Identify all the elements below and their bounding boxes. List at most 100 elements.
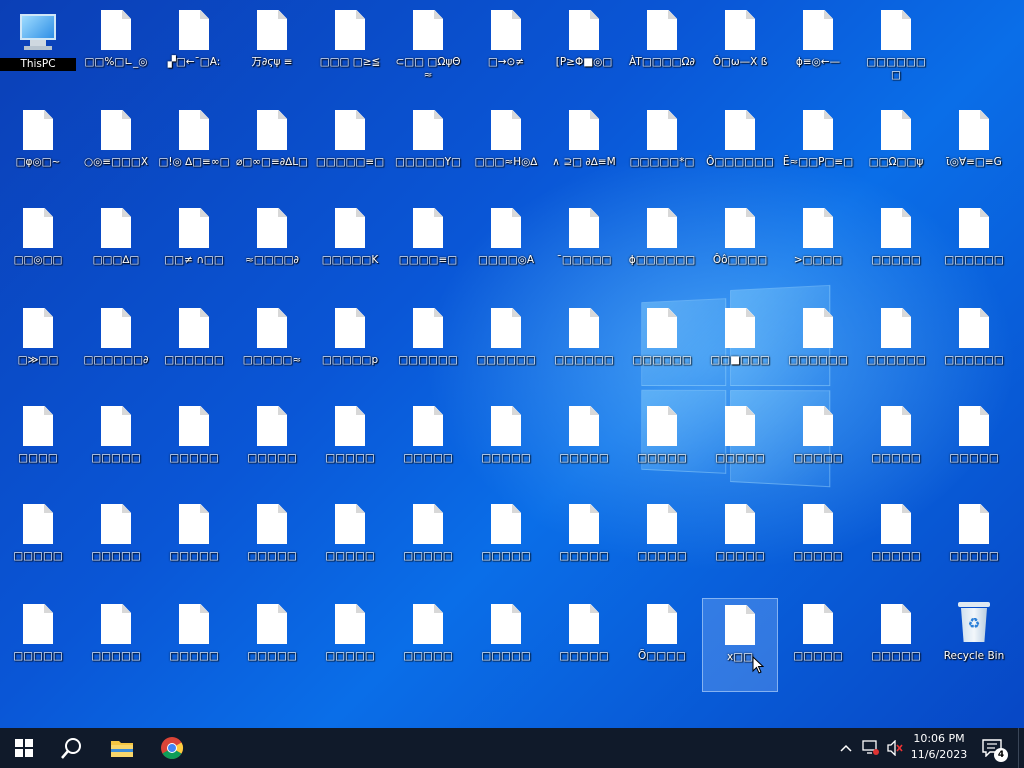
desktop-file-icon[interactable]: □□□□□□ bbox=[858, 302, 934, 396]
desktop-file-icon[interactable]: □□□□□□∂ bbox=[78, 302, 154, 396]
desktop-file-icon[interactable]: Õ□□□□ bbox=[624, 598, 700, 692]
desktop-file-icon[interactable]: ▞□←¯□A: bbox=[156, 4, 232, 98]
desktop-file-icon[interactable]: >□□□□ bbox=[780, 202, 856, 296]
desktop-file-icon[interactable]: □□□□□ bbox=[234, 598, 310, 692]
desktop-file-icon[interactable]: ῑ◎∀≡□≡G bbox=[936, 104, 1012, 198]
desktop-file-icon[interactable]: □□□□□ bbox=[234, 400, 310, 494]
desktop-file-icon[interactable]: ⌀□∞□≡∂∆L□ bbox=[234, 104, 310, 198]
desktop-file-icon[interactable]: □□□□□ bbox=[0, 598, 76, 692]
desktop-file-icon[interactable]: Ô□□□□□□ bbox=[702, 104, 778, 198]
desktop-file-icon[interactable]: □□□□□ bbox=[936, 400, 1012, 494]
file-explorer-button[interactable] bbox=[98, 728, 146, 768]
desktop-file-icon[interactable]: □□□∆□ bbox=[78, 202, 154, 296]
desktop-file-icon[interactable]: □□□□□ bbox=[780, 598, 856, 692]
desktop-file-icon[interactable]: □□□□□□ bbox=[936, 302, 1012, 396]
desktop-file-icon[interactable]: □□□□□ bbox=[468, 400, 544, 494]
desktop-file-icon[interactable]: □□□□□ bbox=[312, 598, 388, 692]
desktop-file-icon[interactable]: □□□□□ bbox=[624, 498, 700, 592]
desktop-file-icon[interactable]: □□□□□*□ bbox=[624, 104, 700, 198]
desktop-file-icon[interactable]: □□□ □≥≦ bbox=[312, 4, 388, 98]
desktop-file-icon[interactable]: □□□□□ bbox=[780, 498, 856, 592]
desktop-file-icon[interactable]: □□□□□≡□ bbox=[312, 104, 388, 198]
desktop-file-icon[interactable]: ≈□□□□∂ bbox=[234, 202, 310, 296]
desktop-file-icon[interactable]: □□□□□□ □ bbox=[858, 4, 934, 98]
desktop-file-icon[interactable]: □□□□□ bbox=[858, 400, 934, 494]
desktop-file-icon[interactable]: □□□□□ bbox=[78, 598, 154, 692]
desktop-file-icon[interactable]: Ǒ□ω—X ß bbox=[702, 4, 778, 98]
desktop-file-icon[interactable]: □□□□□ bbox=[0, 498, 76, 592]
desktop-file-icon[interactable]: □□□□□ bbox=[546, 498, 622, 592]
desktop-file-icon[interactable]: □□□□□ bbox=[702, 498, 778, 592]
desktop-file-icon[interactable]: □□□□□ bbox=[546, 400, 622, 494]
desktop-file-icon[interactable]: ϕ□□□□□□ bbox=[624, 202, 700, 296]
recycle-bin[interactable]: ♻ Recycle Bin bbox=[936, 598, 1012, 692]
desktop-file-icon[interactable]: □□□□□ bbox=[156, 400, 232, 494]
desktop-file-icon[interactable]: □□□□□p bbox=[312, 302, 388, 396]
desktop-file-icon[interactable]: □□□□□□ bbox=[780, 302, 856, 396]
desktop-file-icon[interactable]: 万∂ϛψ ≡ bbox=[234, 4, 310, 98]
chrome-button[interactable] bbox=[148, 728, 196, 768]
desktop-file-icon[interactable]: □□□□◎A bbox=[468, 202, 544, 296]
desktop-file-icon[interactable]: ϕ≡◎←— bbox=[780, 4, 856, 98]
desktop-file-icon[interactable]: □□%□∟_◎ bbox=[78, 4, 154, 98]
desktop-file-icon[interactable]: □□≠ ∩□□ bbox=[156, 202, 232, 296]
desktop-file-icon[interactable]: □□□□□□ bbox=[156, 302, 232, 396]
desktop-file-icon[interactable]: □□□□□K bbox=[312, 202, 388, 296]
desktop-file-icon[interactable]: □□□□□ bbox=[858, 202, 934, 296]
desktop-file-icon[interactable]: □!◎ ∆□≡∞□ bbox=[156, 104, 232, 198]
desktop-file-icon[interactable]: [P≥Φ■◎□ bbox=[546, 4, 622, 98]
desktop-file-icon[interactable]: □□□□□ bbox=[468, 598, 544, 692]
desktop-file-icon[interactable]: x□□ bbox=[702, 598, 778, 692]
desktop-file-icon[interactable]: □□◎□□ bbox=[0, 202, 76, 296]
desktop-file-icon[interactable]: □□□□□ bbox=[546, 598, 622, 692]
desktop-file-icon[interactable]: ∧ ⊇□ ∂∆≡M bbox=[546, 104, 622, 198]
desktop-file-icon[interactable]: □□□□□ bbox=[390, 598, 466, 692]
desktop-file-icon[interactable]: □□□□□≈ bbox=[234, 302, 310, 396]
desktop-file-icon[interactable]: □□□□□□ bbox=[390, 302, 466, 396]
desktop-file-icon[interactable]: □□□□□ bbox=[312, 498, 388, 592]
this-pc-icon[interactable]: ThisPC bbox=[0, 4, 76, 98]
desktop-file-icon[interactable]: ○◎≡□□□X bbox=[78, 104, 154, 198]
clock[interactable]: 10:06 PM 11/6/2023 bbox=[906, 731, 972, 765]
desktop[interactable]: ThisPC □□%□∟_◎ ▞□←¯□A: 万∂ϛψ ≡ □□□ □≥≦ ⊂□□ □Ωψ… bbox=[0, 0, 1024, 728]
desktop-file-icon[interactable]: □□□□□ bbox=[390, 400, 466, 494]
desktop-file-icon[interactable]: □□□□□□ bbox=[546, 302, 622, 396]
search-button[interactable] bbox=[48, 728, 96, 768]
desktop-file-icon[interactable]: □□Ω□□ψ bbox=[858, 104, 934, 198]
show-hidden-icons-chevron-icon[interactable] bbox=[836, 728, 856, 768]
action-center-button[interactable]: 4 bbox=[976, 728, 1008, 768]
desktop-file-icon[interactable]: □□□□□Y□ bbox=[390, 104, 466, 198]
desktop-file-icon[interactable]: □□□□□ bbox=[780, 400, 856, 494]
desktop-file-icon[interactable]: □□□□≡□ bbox=[390, 202, 466, 296]
desktop-file-icon[interactable]: □φ◎□~ bbox=[0, 104, 76, 198]
desktop-file-icon[interactable]: □□□□ bbox=[0, 400, 76, 494]
desktop-file-icon[interactable]: ⊂□□ □ΩψΘ≈ bbox=[390, 4, 466, 98]
desktop-file-icon[interactable]: □□□□□□ bbox=[624, 302, 700, 396]
desktop-file-icon[interactable]: □□□□□ bbox=[390, 498, 466, 592]
network-icon[interactable] bbox=[860, 728, 882, 768]
desktop-file-icon[interactable]: Ē≈□□P□≡□ bbox=[780, 104, 856, 198]
desktop-file-icon[interactable]: □□□□□ bbox=[156, 598, 232, 692]
desktop-file-icon[interactable]: □□□□□□ bbox=[936, 202, 1012, 296]
desktop-file-icon[interactable]: ¯□□□□□ bbox=[546, 202, 622, 296]
desktop-file-icon[interactable]: □□□□□□ bbox=[468, 302, 544, 396]
desktop-file-icon[interactable]: □→⊙≠ bbox=[468, 4, 544, 98]
desktop-file-icon[interactable]: □□□□□ bbox=[624, 400, 700, 494]
volume-muted-icon[interactable] bbox=[884, 728, 906, 768]
show-desktop-button[interactable] bbox=[1018, 728, 1024, 768]
desktop-file-icon[interactable]: Ôô□□□□ bbox=[702, 202, 778, 296]
desktop-file-icon[interactable]: □□□□□ bbox=[156, 498, 232, 592]
desktop-file-icon[interactable]: □□□□□ bbox=[234, 498, 310, 592]
desktop-file-icon[interactable]: □□□□□ bbox=[702, 400, 778, 494]
desktop-file-icon[interactable]: □□■□□□ bbox=[702, 302, 778, 396]
desktop-file-icon[interactable]: □□□□□ bbox=[468, 498, 544, 592]
desktop-file-icon[interactable]: ÀT□□□□Ω∂ bbox=[624, 4, 700, 98]
desktop-file-icon[interactable]: □□□□□ bbox=[312, 400, 388, 494]
desktop-file-icon[interactable]: □□□□□ bbox=[78, 400, 154, 494]
desktop-file-icon[interactable]: □□□≈H◎∆ bbox=[468, 104, 544, 198]
desktop-file-icon[interactable]: □□□□□ bbox=[858, 598, 934, 692]
desktop-file-icon[interactable]: □□□□□ bbox=[78, 498, 154, 592]
desktop-file-icon[interactable]: □≫□□ bbox=[0, 302, 76, 396]
start-button[interactable] bbox=[0, 728, 48, 768]
desktop-file-icon[interactable]: □□□□□ bbox=[858, 498, 934, 592]
